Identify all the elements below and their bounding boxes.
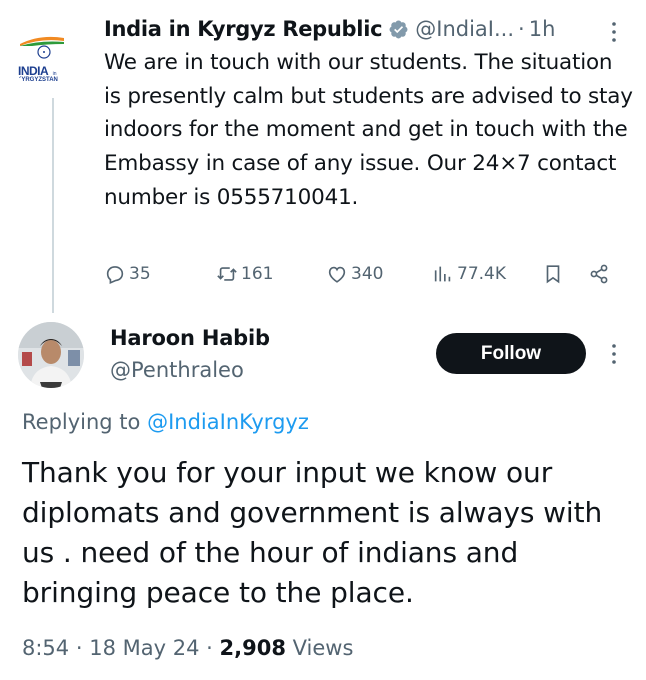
profile-photo — [18, 322, 84, 388]
thread-line — [52, 98, 54, 313]
share-button[interactable] — [588, 258, 613, 290]
like-count: 340 — [351, 264, 384, 284]
views-icon — [434, 266, 451, 282]
reply-date[interactable]: 18 May 24 — [89, 636, 199, 660]
views-button[interactable]: 77.4K — [432, 258, 506, 290]
reply-views-count: 2,908 — [219, 636, 286, 660]
more-options-icon[interactable] — [604, 18, 624, 46]
ashoka-chakra-icon — [37, 45, 51, 59]
reply-button[interactable]: 35 — [104, 258, 151, 290]
share-icon — [590, 264, 608, 284]
reply-meta: 8:54 · 18 May 24 · 2,908 Views — [22, 636, 353, 660]
repost-icon — [217, 267, 237, 281]
reply-author-name[interactable]: Haroon Habib — [110, 326, 270, 350]
tweet-actions: 35 161 340 77.4K — [104, 258, 624, 290]
replying-to: Replying to @IndiaInKyrgyz — [22, 410, 309, 434]
logo-main-text: INDIA — [18, 64, 49, 78]
replying-prefix: Replying to — [22, 410, 141, 434]
repost-count: 161 — [241, 264, 274, 284]
bookmark-icon — [546, 265, 560, 284]
reply-author-avatar[interactable] — [18, 322, 84, 388]
reply-time[interactable]: 8:54 — [22, 636, 69, 660]
author-avatar[interactable]: INDIA in KYRGYZSTAN — [12, 16, 90, 94]
separator-dot: · — [75, 636, 83, 660]
author-handle[interactable]: @IndiaI... — [415, 17, 514, 41]
follow-button[interactable]: Follow — [436, 333, 586, 374]
reply-author-handle[interactable]: @Penthraleo — [110, 358, 244, 382]
logo-sub-text: KYRGYZSTAN — [17, 77, 58, 83]
bookmark-button[interactable] — [542, 258, 567, 290]
reply-views-label: Views — [292, 636, 354, 660]
verified-badge-icon — [389, 20, 408, 38]
separator-dot: · — [518, 17, 525, 41]
tweet-header: India in Kyrgyz Republic @IndiaI... · 1h — [104, 14, 555, 44]
views-count: 77.4K — [457, 264, 506, 284]
more-options-icon[interactable] — [604, 340, 624, 368]
reply-text: Thank you for your input we know our dip… — [22, 456, 603, 609]
repost-button[interactable]: 161 — [216, 258, 273, 290]
separator-dot: · — [206, 636, 213, 660]
reply-count: 35 — [129, 264, 151, 284]
reply-icon — [106, 266, 124, 284]
like-button[interactable]: 340 — [326, 258, 383, 290]
replying-mention-link[interactable]: @IndiaInKyrgyz — [147, 410, 309, 434]
author-name[interactable]: India in Kyrgyz Republic — [104, 17, 383, 41]
tweet-text: We are in touch with our students. The s… — [104, 50, 633, 210]
like-icon — [328, 266, 346, 283]
tweet-time[interactable]: 1h — [529, 17, 556, 41]
